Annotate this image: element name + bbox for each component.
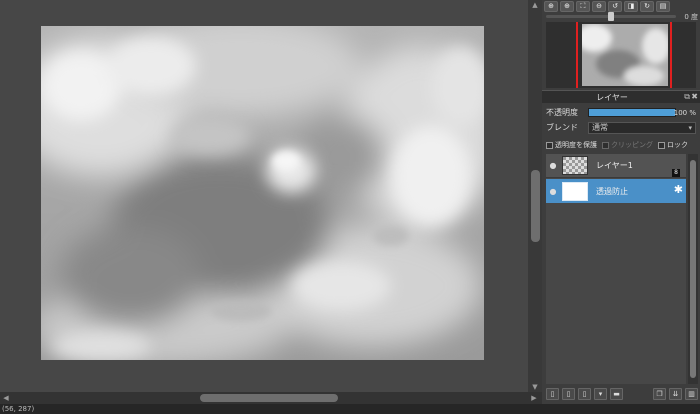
checkbox-icon	[546, 141, 553, 149]
layer-list-scrollbar[interactable]	[688, 154, 698, 384]
layer-thumbnail	[562, 156, 588, 175]
duplicate-layer-icon[interactable]: ❐	[653, 388, 666, 400]
navigator-toolbar: ⊕ ⊕ ⛶ ⊖ ↺ ◨ ↻ ▤	[542, 0, 700, 12]
layer-panel-title: レイヤー	[596, 93, 628, 102]
rotation-slider-knob[interactable]	[608, 12, 614, 21]
layer-name: レイヤー1	[596, 161, 633, 170]
clipping-checkbox[interactable]: クリッピング	[602, 140, 653, 150]
checkbox-icon	[658, 141, 665, 149]
visibility-eye-icon[interactable]: ●	[546, 161, 560, 170]
opacity-slider[interactable]	[588, 108, 676, 117]
new-layer-icon[interactable]: ▯	[546, 388, 559, 400]
add-layer-dropdown-icon[interactable]: ▾	[594, 388, 607, 400]
canvas[interactable]	[41, 26, 484, 360]
cursor-coordinates: (56, 287)	[2, 405, 35, 413]
zoom-magnify-icon[interactable]: ⊕	[560, 0, 574, 12]
scroll-left-icon[interactable]: ◀	[1, 393, 11, 403]
protect-alpha-checkbox[interactable]: 透明度を保護	[546, 140, 597, 150]
opacity-label: 不透明度	[546, 108, 578, 117]
rotate-right-icon[interactable]: ↻	[640, 0, 654, 12]
canvas-area[interactable]	[0, 0, 528, 392]
lock-label: ロック	[667, 141, 688, 149]
layer-options: 透明度を保護 クリッピング ロック	[546, 139, 698, 151]
horizontal-scroll-thumb[interactable]	[200, 394, 338, 402]
rotate-left-icon[interactable]: ↺	[608, 0, 622, 12]
layer-name: 透過防止	[596, 186, 628, 196]
vertical-scroll-thumb[interactable]	[531, 170, 540, 242]
navigator-menu-icon[interactable]: ▤	[656, 0, 670, 12]
new-raster-icon[interactable]: ▯	[578, 388, 591, 400]
layer-bit-badge: 8	[672, 169, 680, 177]
gear-icon[interactable]: ✱	[674, 183, 683, 196]
merge-layer-icon[interactable]: ⇊	[669, 388, 682, 400]
opacity-slider-fill	[589, 109, 675, 116]
canvas-horizontal-scrollbar[interactable]: ◀ ▶	[0, 392, 542, 404]
rotation-value: 0 度	[684, 13, 698, 21]
canvas-vertical-scrollbar[interactable]: ▲ ▼	[528, 0, 542, 392]
close-icon[interactable]: ✖	[691, 92, 698, 101]
layer-thumbnail	[562, 181, 588, 201]
delete-layer-icon[interactable]: ▥	[685, 388, 698, 400]
blend-label: ブレンド	[546, 123, 578, 132]
protect-alpha-label: 透明度を保護	[555, 141, 597, 149]
flip-icon[interactable]: ◨	[624, 0, 638, 12]
chevron-down-icon: ▾	[688, 124, 692, 132]
scroll-up-icon[interactable]: ▲	[530, 0, 540, 10]
zoom-out-icon[interactable]: ⊖	[592, 0, 606, 12]
cloud-image	[41, 26, 484, 360]
blend-mode-select[interactable]: 通常 ▾	[588, 122, 696, 134]
layer-list-scroll-thumb[interactable]	[690, 160, 696, 378]
lock-checkbox[interactable]: ロック	[658, 140, 688, 150]
checkbox-icon	[602, 141, 609, 149]
navigator-preview[interactable]	[546, 22, 696, 88]
right-panel: ⊕ ⊕ ⛶ ⊖ ↺ ◨ ↻ ▤ 0 度 レイヤー ⧉ ✖ 不透明度 100 % …	[542, 0, 700, 404]
folder-icon[interactable]: ▬	[610, 388, 623, 400]
clipping-label: クリッピング	[611, 141, 653, 149]
layer-panel-titlebar[interactable]: レイヤー ⧉ ✖	[542, 90, 700, 103]
layer-item-selected[interactable]: ● 透過防止 ✱	[546, 179, 686, 203]
fit-window-icon[interactable]: ⛶	[576, 0, 590, 12]
layer-item[interactable]: ● レイヤー1 8	[546, 154, 686, 178]
scroll-down-icon[interactable]: ▼	[530, 382, 540, 392]
layer-toolbar: ▯ ▯ ▯ ▾ ▬ ❐ ⇊ ▥	[546, 387, 698, 401]
navigator-view-frame[interactable]	[576, 22, 672, 88]
opacity-value: 100 %	[673, 109, 696, 117]
visibility-eye-icon[interactable]: ●	[546, 187, 560, 196]
zoom-in-icon[interactable]: ⊕	[544, 0, 558, 12]
scroll-right-icon[interactable]: ▶	[529, 393, 539, 403]
rotation-slider[interactable]	[546, 12, 676, 21]
app-window: ▲ ▼ ◀ ▶ (56, 287) ⊕ ⊕ ⛶ ⊖ ↺ ◨ ↻ ▤ 0 度 レイ…	[0, 0, 700, 414]
layer-list: ● レイヤー1 8 ● 透過防止 ✱	[546, 154, 686, 384]
float-panel-icon[interactable]: ⧉	[684, 92, 690, 102]
new-layer-special-icon[interactable]: ▯	[562, 388, 575, 400]
blend-mode-value: 通常	[592, 123, 608, 132]
status-bar: (56, 287)	[0, 404, 700, 414]
